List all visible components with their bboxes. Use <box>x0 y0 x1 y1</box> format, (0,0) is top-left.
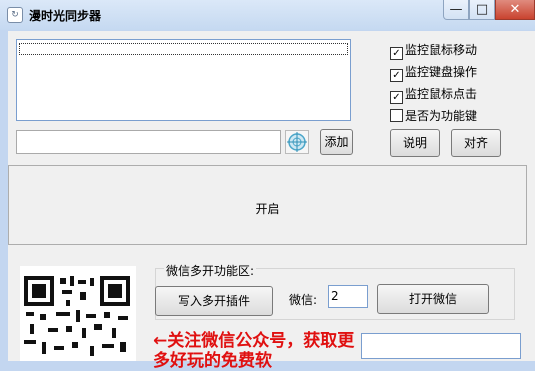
checkbox-icon[interactable] <box>390 109 403 122</box>
window-client-area: ✓ 监控鼠标移动 ✓ 监控键盘操作 ✓ 监控鼠标点击 是否为功能键 添加 说明 对齐 … <box>8 31 535 371</box>
crosshair-graphic <box>287 132 307 152</box>
wechat-count-label: 微信: <box>289 293 318 307</box>
qr-code-graphic <box>24 276 130 356</box>
promo-text: ←关注微信公众号，获取更多好玩的免费软 <box>153 331 355 371</box>
close-button[interactable]: ✕ <box>495 0 535 20</box>
help-button[interactable]: 说明 <box>390 129 440 157</box>
bottom-textbox[interactable] <box>361 333 521 359</box>
minimize-button[interactable]: — <box>443 0 469 20</box>
option-monitor-keyboard[interactable]: ✓ 监控键盘操作 <box>390 64 478 82</box>
start-button[interactable]: 开启 <box>8 165 527 245</box>
event-listbox[interactable] <box>16 39 351 121</box>
option-function-key[interactable]: 是否为功能键 <box>390 108 477 124</box>
option-label: 监控键盘操作 <box>405 65 478 79</box>
option-label: 监控鼠标点击 <box>405 87 478 101</box>
window-title: 漫时光同步器 <box>29 9 102 23</box>
option-label: 是否为功能键 <box>405 109 478 123</box>
group-title: 微信多开功能区: <box>164 262 257 279</box>
key-input[interactable] <box>16 130 281 154</box>
title-bar: ↻ 漫时光同步器 — □ ✕ <box>0 0 535 30</box>
maximize-button[interactable]: □ <box>469 0 495 20</box>
wechat-count-input[interactable]: 2 <box>328 285 368 308</box>
checkbox-icon[interactable]: ✓ <box>390 69 403 82</box>
option-monitor-mouse-click[interactable]: ✓ 监控鼠标点击 <box>390 86 478 104</box>
option-label: 监控鼠标移动 <box>405 43 478 57</box>
checkbox-icon[interactable]: ✓ <box>390 91 403 104</box>
option-monitor-mouse-move[interactable]: ✓ 监控鼠标移动 <box>390 42 478 60</box>
write-plugin-button[interactable]: 写入多开插件 <box>155 286 273 316</box>
checkbox-icon[interactable]: ✓ <box>390 47 403 60</box>
align-button[interactable]: 对齐 <box>451 129 501 157</box>
app-icon: ↻ <box>7 7 23 23</box>
crosshair-target-icon[interactable] <box>285 130 309 154</box>
qr-code-image <box>20 266 136 361</box>
add-button[interactable]: 添加 <box>320 129 353 155</box>
list-focus-row[interactable] <box>19 43 348 55</box>
start-label: 开启 <box>255 202 280 216</box>
open-wechat-button[interactable]: 打开微信 <box>377 284 489 314</box>
